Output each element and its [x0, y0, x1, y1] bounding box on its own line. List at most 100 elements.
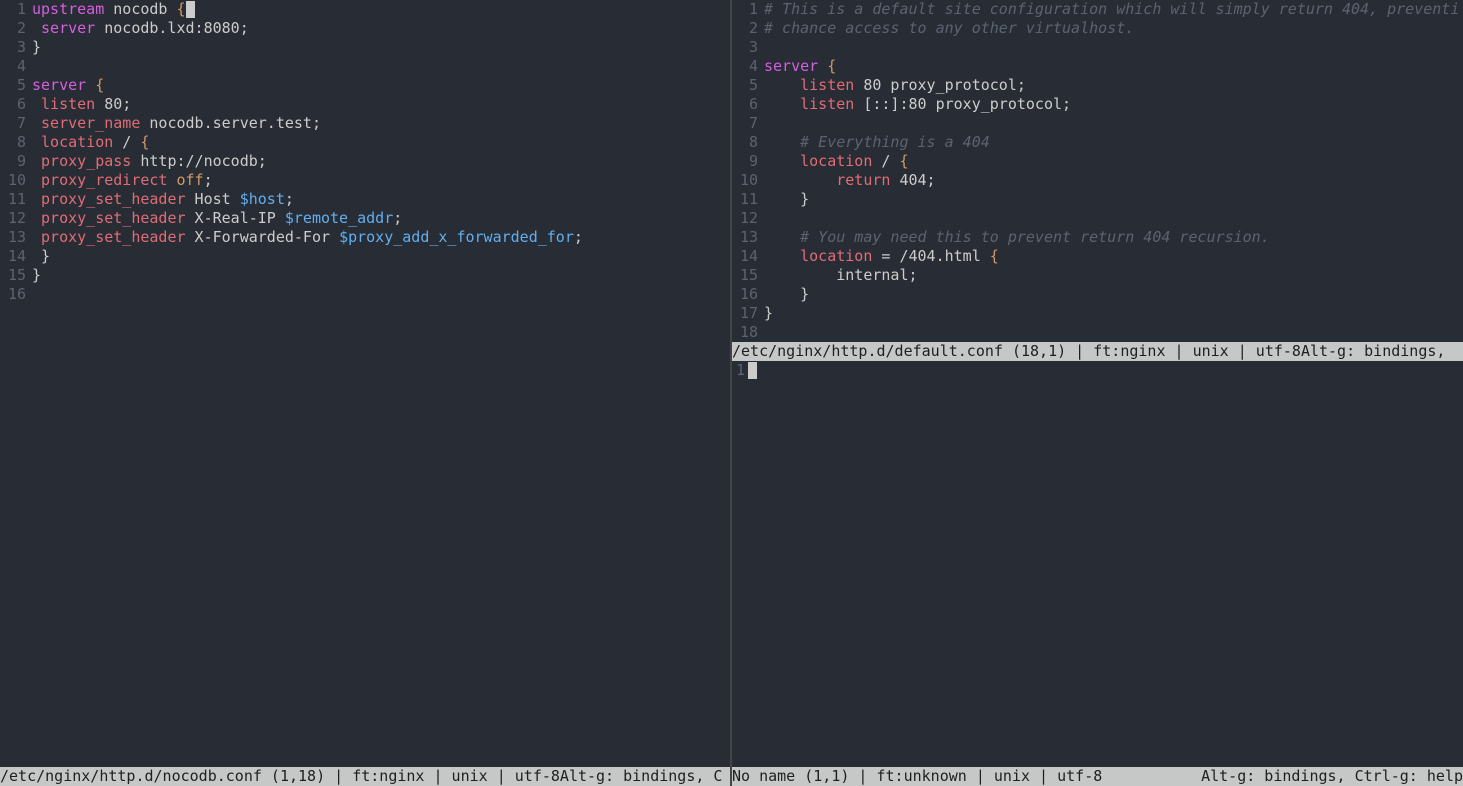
code-line[interactable]: 3: [732, 38, 1463, 57]
left-buffer-fill[interactable]: [0, 304, 730, 767]
line-content[interactable]: proxy_pass http://nocodb;: [32, 152, 730, 171]
code-line[interactable]: 4: [0, 57, 730, 76]
line-content[interactable]: }: [764, 304, 1463, 323]
line-content[interactable]: upstream nocodb {: [32, 0, 730, 19]
code-line[interactable]: 4server {: [732, 57, 1463, 76]
code-line[interactable]: 13 proxy_set_header X-Forwarded-For $pro…: [0, 228, 730, 247]
code-line[interactable]: 9 location / {: [732, 152, 1463, 171]
line-content[interactable]: [32, 285, 730, 304]
line-number: 9: [0, 152, 32, 171]
line-number: 7: [732, 114, 764, 133]
code-line[interactable]: 5 listen 80 proxy_protocol;: [732, 76, 1463, 95]
line-number: 3: [0, 38, 32, 57]
line-content[interactable]: }: [764, 285, 1463, 304]
line-content[interactable]: }: [32, 266, 730, 285]
code-line[interactable]: 15}: [0, 266, 730, 285]
line-content[interactable]: listen 80;: [32, 95, 730, 114]
code-line[interactable]: 11 }: [732, 190, 1463, 209]
line-content[interactable]: [764, 38, 1463, 57]
line-number: 10: [0, 171, 32, 190]
line-number: 13: [732, 228, 764, 247]
line-content[interactable]: }: [32, 247, 730, 266]
line-content[interactable]: [764, 323, 1463, 342]
left-pane[interactable]: 1upstream nocodb {2 server nocodb.lxd:80…: [0, 0, 730, 786]
code-line[interactable]: 8 location / {: [0, 133, 730, 152]
line-content[interactable]: # This is a default site configuration w…: [764, 0, 1463, 19]
code-line[interactable]: 2 server nocodb.lxd:8080;: [0, 19, 730, 38]
line-content[interactable]: proxy_set_header X-Real-IP $remote_addr;: [32, 209, 730, 228]
left-buffer[interactable]: 1upstream nocodb {2 server nocodb.lxd:80…: [0, 0, 730, 304]
editor-root: 1upstream nocodb {2 server nocodb.lxd:80…: [0, 0, 1463, 786]
cursor: [748, 362, 757, 379]
code-line[interactable]: 16: [0, 285, 730, 304]
line-content[interactable]: proxy_set_header Host $host;: [32, 190, 730, 209]
code-line[interactable]: 7 server_name nocodb.server.test;: [0, 114, 730, 133]
right-top-pane[interactable]: 1# This is a default site configuration …: [732, 0, 1463, 361]
code-line[interactable]: 10 proxy_redirect off;: [0, 171, 730, 190]
line-content[interactable]: server {: [32, 76, 730, 95]
line-number: 5: [732, 76, 764, 95]
status-left-text: No name (1,1) | ft:unknown | unix | utf-…: [732, 767, 1102, 786]
line-number: 6: [732, 95, 764, 114]
line-content[interactable]: proxy_redirect off;: [32, 171, 730, 190]
code-line[interactable]: 10 return 404;: [732, 171, 1463, 190]
line-number: 18: [732, 323, 764, 342]
line-content[interactable]: location / {: [764, 152, 1463, 171]
line-content[interactable]: listen [::]:80 proxy_protocol;: [764, 95, 1463, 114]
code-line[interactable]: 5server {: [0, 76, 730, 95]
line-content[interactable]: # chance access to any other virtualhost…: [764, 19, 1463, 38]
code-line[interactable]: 18: [732, 323, 1463, 342]
code-line[interactable]: 12: [732, 209, 1463, 228]
line-number: 6: [0, 95, 32, 114]
line-content[interactable]: # You may need this to prevent return 40…: [764, 228, 1463, 247]
line-content[interactable]: [764, 209, 1463, 228]
line-number: 1: [732, 0, 764, 19]
code-line[interactable]: 11 proxy_set_header Host $host;: [0, 190, 730, 209]
line-number: 17: [732, 304, 764, 323]
code-line[interactable]: 17}: [732, 304, 1463, 323]
line-content[interactable]: # Everything is a 404: [764, 133, 1463, 152]
line-content[interactable]: listen 80 proxy_protocol;: [764, 76, 1463, 95]
line-number: 7: [0, 114, 32, 133]
line-content[interactable]: location = /404.html {: [764, 247, 1463, 266]
code-line[interactable]: 6 listen [::]:80 proxy_protocol;: [732, 95, 1463, 114]
line-content[interactable]: server {: [764, 57, 1463, 76]
right-bottom-buffer[interactable]: 1: [732, 361, 1463, 767]
code-line[interactable]: 2# chance access to any other virtualhos…: [732, 19, 1463, 38]
right-bottom-statusbar: No name (1,1) | ft:unknown | unix | utf-…: [732, 767, 1463, 786]
code-line[interactable]: 8 # Everything is a 404: [732, 133, 1463, 152]
right-top-buffer[interactable]: 1# This is a default site configuration …: [732, 0, 1463, 342]
code-line[interactable]: 13 # You may need this to prevent return…: [732, 228, 1463, 247]
status-right-text: Alt-g: bindings, Ctrl-g: help: [1201, 767, 1463, 786]
line-content[interactable]: internal;: [764, 266, 1463, 285]
line-number: 3: [732, 38, 764, 57]
line-content[interactable]: [32, 57, 730, 76]
line-number: 1: [732, 361, 748, 380]
line-content[interactable]: return 404;: [764, 171, 1463, 190]
code-line[interactable]: 1# This is a default site configuration …: [732, 0, 1463, 19]
code-line[interactable]: 12 proxy_set_header X-Real-IP $remote_ad…: [0, 209, 730, 228]
line-number: 11: [732, 190, 764, 209]
code-line[interactable]: 14 location = /404.html {: [732, 247, 1463, 266]
code-line[interactable]: 6 listen 80;: [0, 95, 730, 114]
line-content[interactable]: }: [32, 38, 730, 57]
code-line[interactable]: 7: [732, 114, 1463, 133]
line-content[interactable]: proxy_set_header X-Forwarded-For $proxy_…: [32, 228, 730, 247]
code-line[interactable]: 1upstream nocodb {: [0, 0, 730, 19]
code-line[interactable]: 3}: [0, 38, 730, 57]
line-content[interactable]: server nocodb.lxd:8080;: [32, 19, 730, 38]
code-line[interactable]: 16 }: [732, 285, 1463, 304]
line-number: 10: [732, 171, 764, 190]
line-content[interactable]: location / {: [32, 133, 730, 152]
line-number: 16: [0, 285, 32, 304]
right-pane-wrap: 1# This is a default site configuration …: [732, 0, 1463, 786]
line-content[interactable]: [764, 114, 1463, 133]
code-line[interactable]: 15 internal;: [732, 266, 1463, 285]
line-number: 2: [0, 19, 32, 38]
line-number: 16: [732, 285, 764, 304]
code-line[interactable]: 9 proxy_pass http://nocodb;: [0, 152, 730, 171]
empty-line-content[interactable]: [748, 361, 1463, 380]
line-content[interactable]: }: [764, 190, 1463, 209]
line-content[interactable]: server_name nocodb.server.test;: [32, 114, 730, 133]
code-line[interactable]: 14 }: [0, 247, 730, 266]
